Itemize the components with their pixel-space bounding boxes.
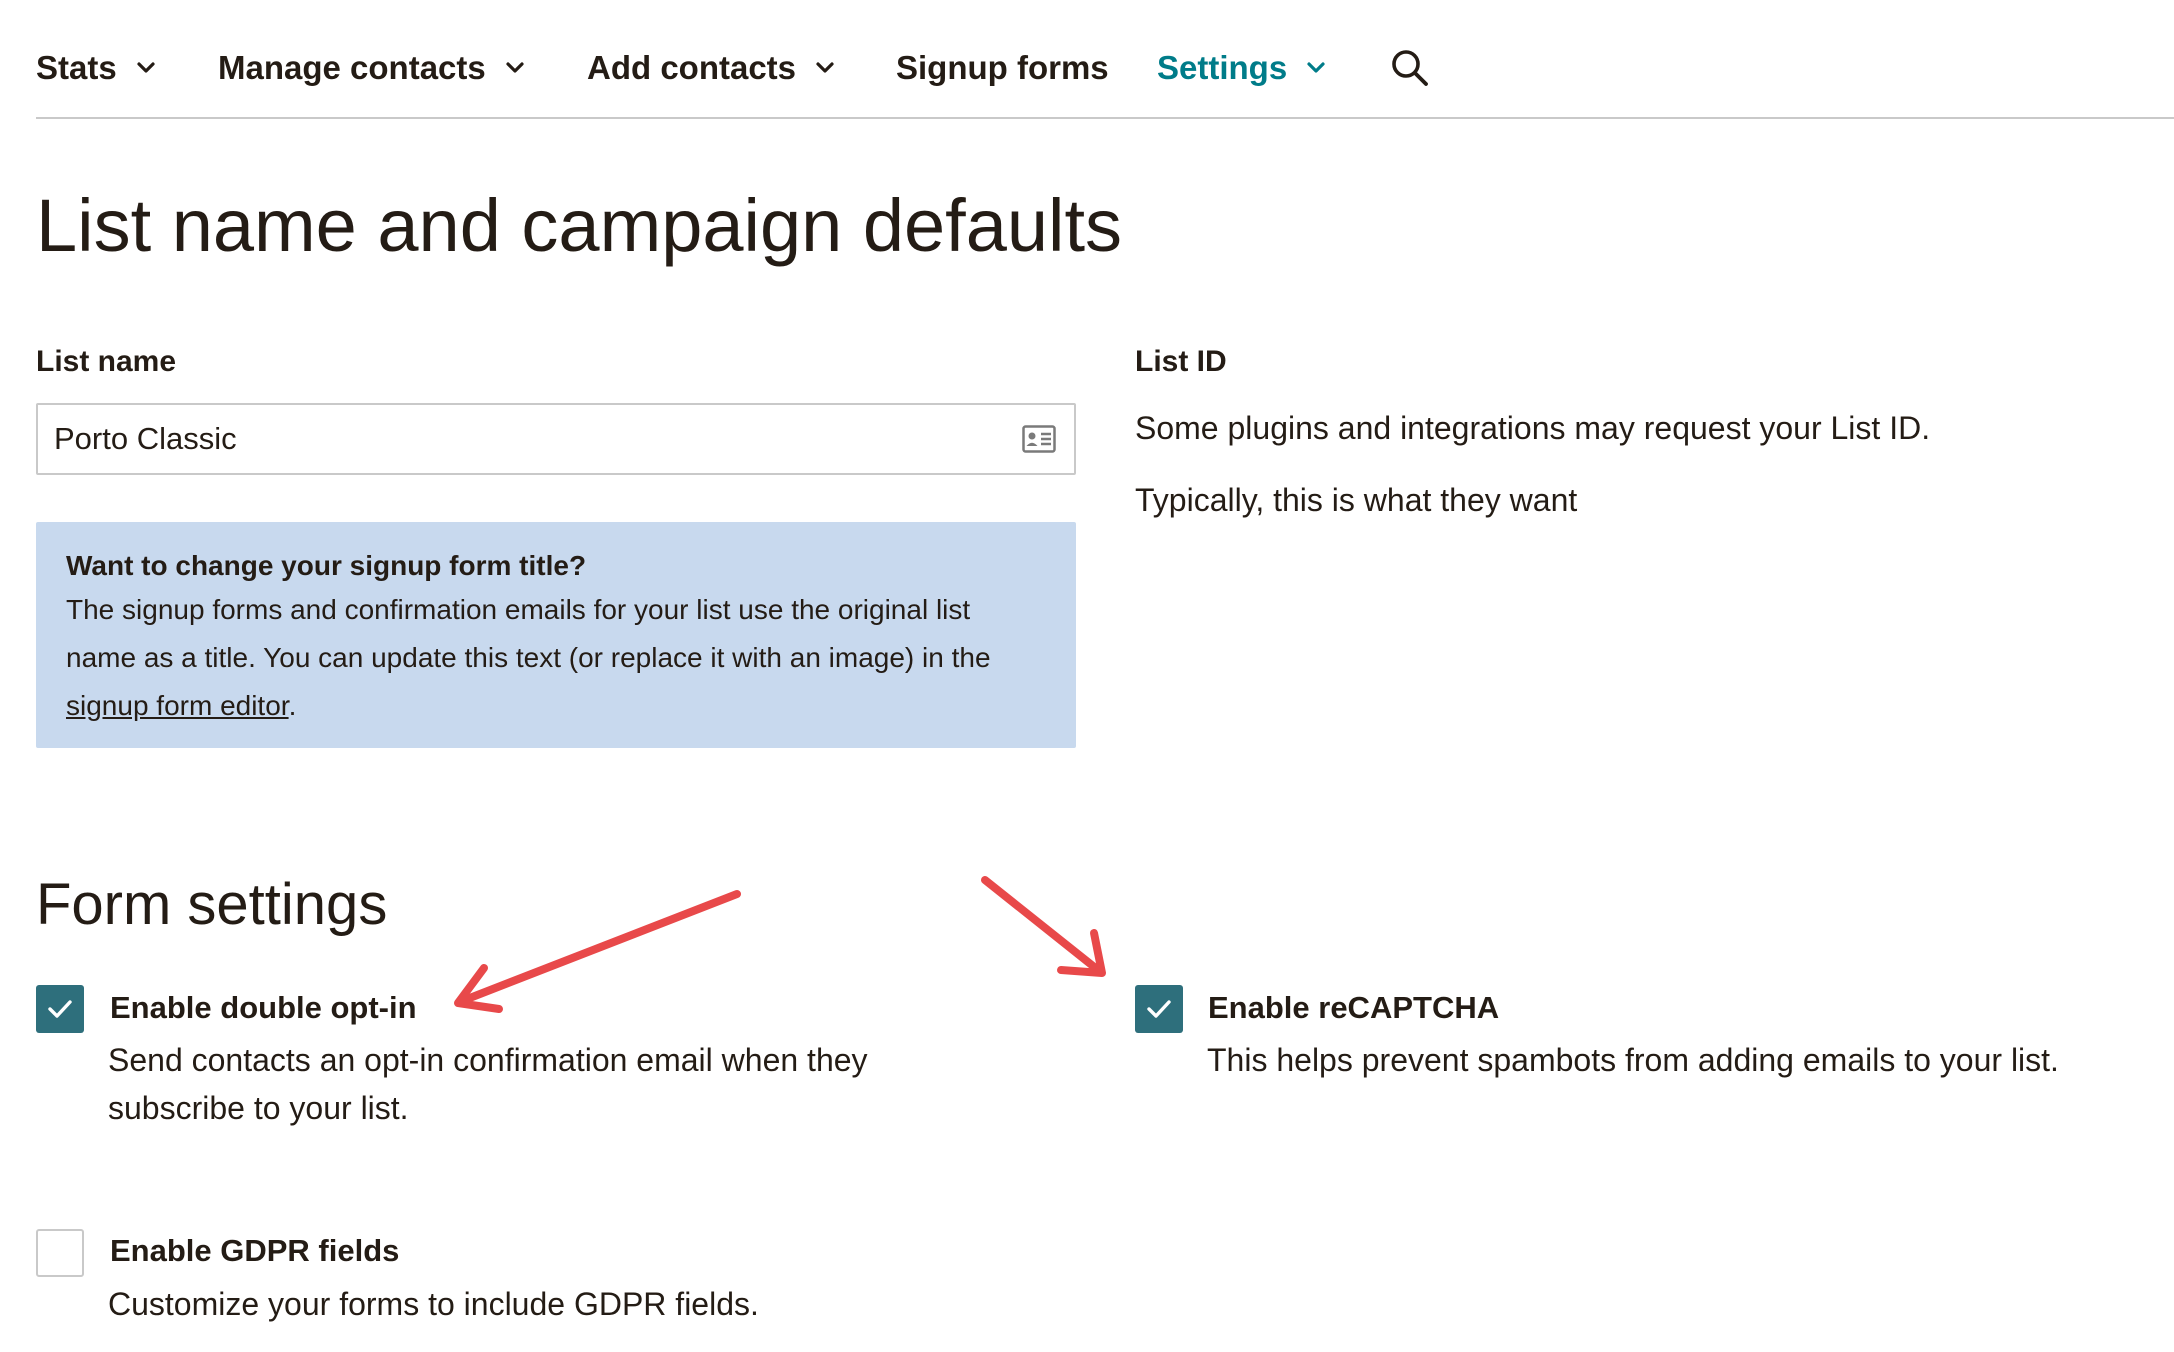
chevron-down-icon [816,62,834,73]
list-id-hint: Typically, this is what they want [1135,482,1578,518]
form-settings-title: Form settings [36,872,388,937]
nav-label: Add contacts [587,49,797,86]
double-opt-in-description: Send contacts an opt-in confirmation ema… [108,1042,868,1126]
chevron-down-icon [137,62,155,73]
list-id-description: Some plugins and integrations may reques… [1135,410,1931,446]
signup-title-info-box: Want to change your signup form title? T… [36,522,1076,748]
info-box-title: Want to change your signup form title? [66,550,587,581]
checkmark-icon [48,1000,72,1018]
recaptcha-description: This helps prevent spambots from adding … [1207,1042,2059,1078]
double-opt-in-label: Enable double opt-in [110,990,417,1025]
list-name-input[interactable] [38,405,998,473]
contact-card-icon [1022,425,1056,453]
chevron-down-icon [506,62,524,73]
nav-item-stats[interactable]: Stats [36,48,161,88]
nav-item-settings[interactable]: Settings [1157,48,1331,88]
top-nav: Stats Manage contacts Add contacts Signu… [36,0,2174,119]
search-icon[interactable] [1388,46,1432,90]
gdpr-description: Customize your forms to include GDPR fie… [108,1286,759,1322]
list-name-label: List name [36,345,177,378]
nav-label: Stats [36,49,117,86]
arrow-to-double-opt-in [454,890,741,1013]
nav-label: Signup forms [896,49,1109,86]
page-title: List name and campaign defaults [36,184,1123,267]
gdpr-checkbox[interactable] [36,1229,84,1277]
recaptcha-label: Enable reCAPTCHA [1208,990,1500,1025]
nav-item-add-contacts[interactable]: Add contacts [587,48,840,88]
arrow-to-recaptcha [981,876,1106,977]
nav-label: Manage contacts [218,49,486,86]
gdpr-label: Enable GDPR fields [110,1233,400,1268]
info-box-text-after: . [288,690,297,721]
list-name-field-wrapper [36,403,1076,475]
nav-item-manage-contacts[interactable]: Manage contacts [218,48,530,88]
nav-label: Settings [1157,49,1288,86]
recaptcha-checkbox[interactable] [1135,985,1183,1033]
nav-item-signup-forms[interactable]: Signup forms [896,48,1109,88]
list-id-label: List ID [1135,345,1227,378]
info-box-text: The signup forms and confirmation emails… [66,586,1046,730]
info-box-text-before: The signup forms and confirmation emails… [66,594,991,673]
checkmark-icon [1147,1000,1171,1018]
double-opt-in-checkbox[interactable] [36,985,84,1033]
signup-form-editor-link[interactable]: signup form editor [66,690,289,721]
chevron-down-icon [1307,62,1325,73]
